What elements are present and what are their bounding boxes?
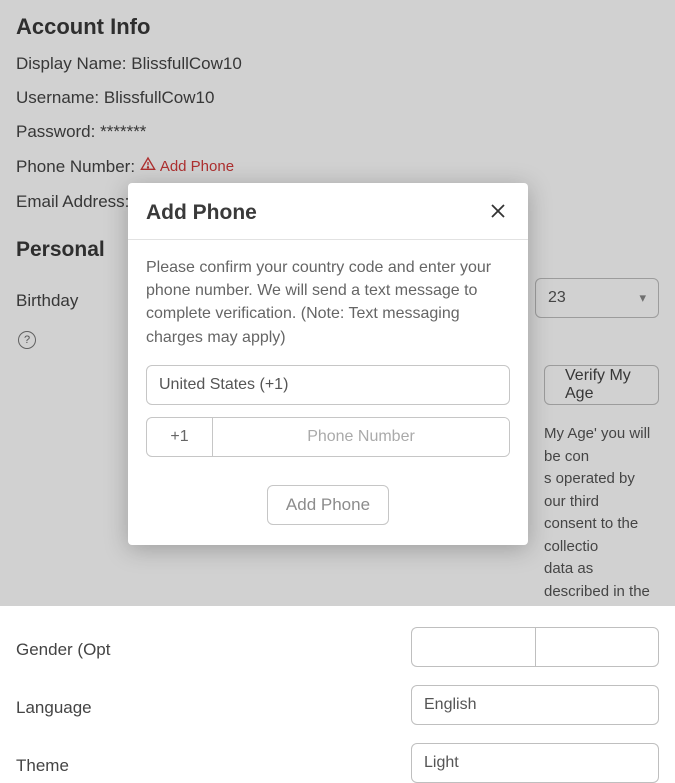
country-code-select[interactable]: United States (+1) (146, 365, 510, 405)
gender-row: Gender (Opt (16, 627, 659, 667)
language-value: English (424, 696, 476, 714)
theme-row: Theme Light (16, 743, 659, 783)
theme-value: Light (424, 754, 459, 772)
phone-input-group: +1 (146, 417, 510, 457)
gender-option-2[interactable] (535, 627, 660, 667)
add-phone-submit-button[interactable]: Add Phone (267, 485, 389, 525)
phone-number-input[interactable] (213, 418, 509, 456)
country-code-value: United States (+1) (159, 376, 288, 394)
gender-label: Gender (Opt (16, 634, 411, 660)
add-phone-modal: Add Phone Please confirm your country co… (128, 183, 528, 545)
theme-select[interactable]: Light (411, 743, 659, 783)
modal-header: Add Phone (128, 183, 528, 240)
theme-label: Theme (16, 750, 411, 776)
modal-close-button[interactable] (486, 201, 510, 225)
modal-actions: Add Phone (146, 485, 510, 525)
modal-title: Add Phone (146, 201, 257, 225)
gender-segmented[interactable] (411, 627, 659, 667)
language-row: Language English (16, 685, 659, 725)
phone-prefix: +1 (147, 418, 213, 456)
gender-option-1[interactable] (411, 627, 535, 667)
modal-body: Please confirm your country code and ent… (128, 240, 528, 545)
close-icon (489, 202, 507, 225)
language-select[interactable]: English (411, 685, 659, 725)
language-label: Language (16, 692, 411, 718)
modal-instructions: Please confirm your country code and ent… (146, 256, 510, 349)
